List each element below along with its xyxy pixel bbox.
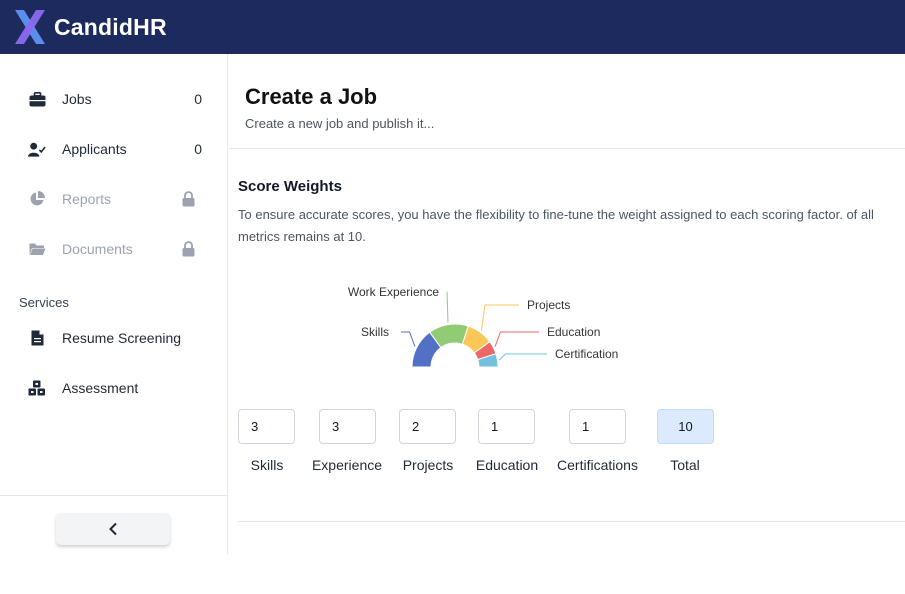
score-weights-description: To ensure accurate scores, you have the … [238, 207, 874, 244]
pie-chart-icon [28, 190, 46, 208]
page-title: Create a Job [245, 84, 378, 109]
services-section-label: Services [19, 295, 69, 310]
projects-weight-input[interactable] [399, 409, 456, 444]
sidebar: Jobs 0 Applicants 0 Reports Documents Se… [0, 54, 228, 554]
section-divider [238, 521, 905, 522]
user-check-icon [28, 140, 46, 158]
donut-slice-label: Certification [555, 347, 618, 361]
experience-weight-input[interactable] [319, 409, 376, 444]
page-subtitle: Create a new job and publish it... [245, 116, 435, 131]
cubes-icon [28, 379, 46, 397]
sidebar-item-reports[interactable]: Reports [0, 179, 228, 219]
sidebar-item-assessment[interactable]: Assessment [0, 368, 228, 408]
skills-weight-input[interactable] [238, 409, 295, 444]
donut-slice-label: Education [547, 325, 600, 339]
donut-label-line [401, 331, 416, 347]
header-divider [229, 148, 905, 149]
sidebar-item-label: Assessment [62, 380, 139, 396]
donut-slice-label: Projects [527, 298, 570, 312]
document-icon [28, 329, 46, 347]
sidebar-item-applicants[interactable]: Applicants 0 [0, 129, 228, 169]
sidebar-item-label: Documents [62, 241, 133, 257]
score-weights-title: Score Weights [238, 178, 342, 195]
jobs-count-badge: 0 [194, 91, 202, 107]
donut-label-line [499, 353, 547, 361]
applicants-count-badge: 0 [194, 141, 202, 157]
chevron-left-icon [109, 522, 117, 536]
projects-weight-label: Projects [402, 457, 454, 473]
donut-label-line [494, 331, 539, 347]
sidebar-divider [0, 495, 228, 496]
total-weight-label: Total [670, 457, 700, 473]
lock-icon [182, 241, 195, 262]
main-content: Create a Job Create a new job and publis… [229, 54, 905, 554]
certifications-weight-label: Certifications [557, 457, 638, 473]
total-weight-display [657, 409, 714, 444]
lock-icon [182, 191, 195, 212]
sidebar-item-label: Reports [62, 191, 112, 207]
folder-icon [28, 240, 46, 258]
top-bar: CandidHR [0, 0, 905, 54]
sidebar-item-label: Applicants [62, 141, 127, 157]
briefcase-icon [28, 90, 46, 108]
donut-slice-label: Skills [361, 325, 389, 339]
donut-label-line [446, 291, 449, 323]
candidhr-logo-icon [15, 10, 45, 44]
brand-name: CandidHR [54, 13, 167, 40]
sidebar-item-jobs[interactable]: Jobs 0 [0, 79, 228, 119]
sidebar-item-label: Jobs [62, 91, 92, 107]
education-weight-label: Education [475, 457, 539, 473]
donut-slice-label: Work Experience [348, 285, 439, 299]
education-weight-input[interactable] [478, 409, 535, 444]
sidebar-item-resume-screening[interactable]: Resume Screening [0, 318, 228, 358]
certifications-weight-input[interactable] [569, 409, 626, 444]
collapse-sidebar-button[interactable] [56, 513, 170, 545]
sidebar-item-label: Resume Screening [62, 330, 182, 346]
sidebar-item-documents[interactable]: Documents [0, 229, 228, 269]
skills-weight-label: Skills [250, 457, 284, 473]
score-weights-half-donut-chart: Skills Work Experience Projects Education Ce… [348, 285, 618, 368]
experience-weight-label: Experience [311, 457, 383, 473]
donut-label-line [480, 304, 519, 331]
